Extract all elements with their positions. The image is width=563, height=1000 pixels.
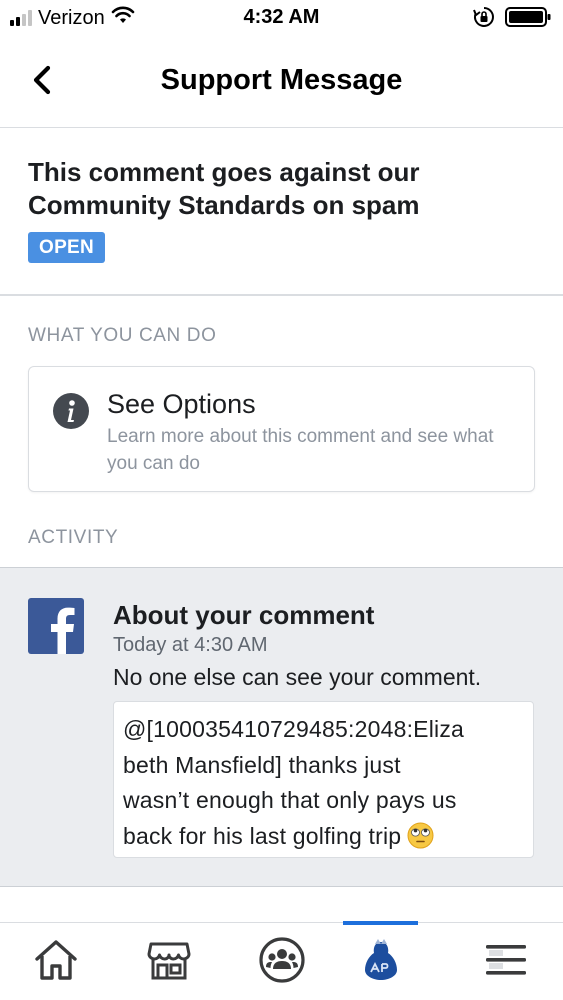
activity-title: About your comment [113, 600, 375, 630]
profile-icon [357, 936, 405, 989]
status-badge: OPEN [28, 232, 106, 263]
activity-description: No one else can see your comment. [113, 664, 482, 690]
comment-line-last: back for his last golfing trip [123, 819, 523, 860]
page-title: Support Message [160, 64, 403, 96]
eye-roll-emoji-icon [407, 822, 434, 860]
section-label-activity: ACTIVITY [28, 527, 119, 548]
message-summary: This comment goes against our Community … [0, 128, 563, 296]
bottom-tab-bar [0, 921, 563, 1000]
section-label-what-you-can-do: WHAT YOU CAN DO [28, 325, 217, 346]
menu-icon [483, 940, 529, 985]
battery-icon [505, 6, 551, 33]
tab-profile[interactable] [336, 923, 426, 1000]
comment-line: wasn’t enough that only pays us [123, 787, 457, 813]
comment-line: @[100035410729485:2048:Eliza [123, 716, 465, 742]
comment-line: beth Mansfield] thanks just [123, 751, 401, 778]
see-options-title: See Options [107, 389, 256, 419]
facebook-logo-icon [28, 598, 84, 654]
comment-quote: @[100035410729485:2048:Eliza beth Mansfi… [113, 701, 534, 858]
tab-marketplace[interactable] [124, 923, 214, 1000]
rotation-lock-icon [473, 6, 495, 33]
activity-item: About your comment Today at 4:30 AM No o… [0, 567, 563, 887]
home-icon [33, 938, 79, 987]
comment-line: back for his last golfing trip [123, 822, 402, 849]
status-right [473, 6, 551, 33]
tab-menu[interactable] [461, 923, 551, 1000]
see-options-description: Learn more about this comment and see wh… [107, 426, 494, 474]
message-title: This comment goes against our Community … [28, 157, 420, 220]
header: Support Message [0, 36, 563, 128]
info-icon [53, 393, 89, 429]
groups-icon [258, 936, 306, 989]
activity-timestamp: Today at 4:30 AM [113, 634, 268, 656]
tab-home[interactable] [11, 923, 101, 1000]
status-bar: Verizon 4:32 AM [0, 0, 563, 36]
tab-groups[interactable] [237, 923, 327, 1000]
see-options-card[interactable]: See Options Learn more about this commen… [28, 366, 535, 492]
marketplace-icon [146, 938, 192, 987]
